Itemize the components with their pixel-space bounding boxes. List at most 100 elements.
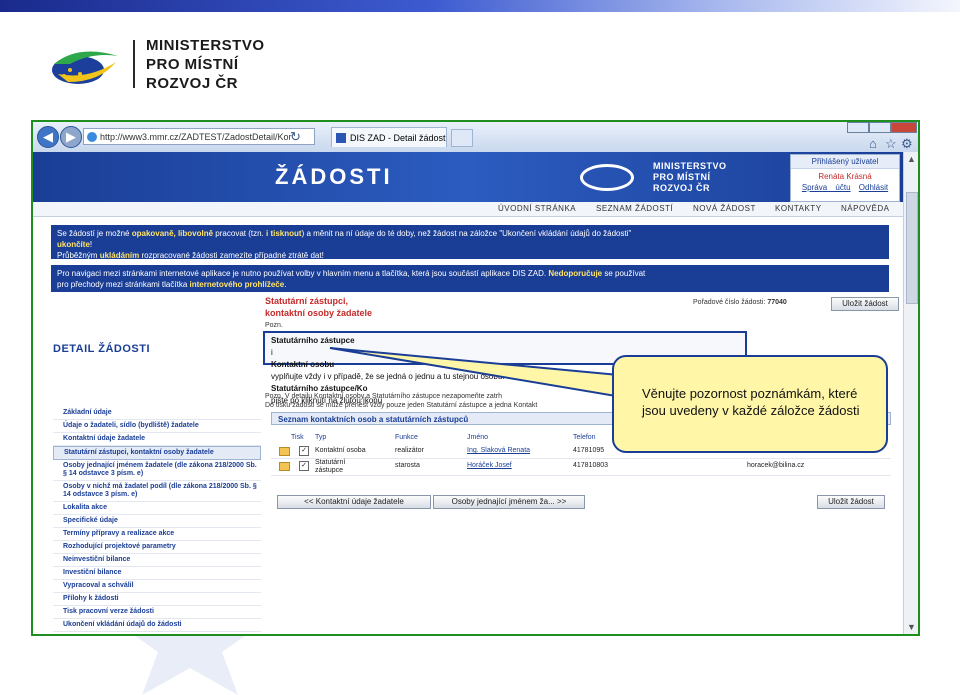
- site-icon: [87, 132, 97, 142]
- note-label: Pozn.: [265, 322, 283, 329]
- notice1-text: Průběžným: [57, 251, 100, 260]
- notice1-emph: opakovaně, libovolně: [131, 229, 214, 238]
- new-tab-button[interactable]: [451, 129, 473, 147]
- user-name: Renáta Krásná: [818, 172, 872, 181]
- col-type: Typ: [315, 434, 327, 441]
- banner-brand-line-1: MINISTERSTVO: [653, 161, 727, 171]
- print-checkbox[interactable]: ✓: [299, 461, 309, 471]
- cell-name-link[interactable]: Ing. Slaková Renata: [467, 447, 530, 454]
- brand-divider: [133, 40, 135, 88]
- save-button-bottom[interactable]: Uložit žádost: [817, 495, 885, 509]
- menu-contacts[interactable]: KONTAKTY: [775, 204, 822, 213]
- col-print: Tisk: [291, 434, 304, 441]
- sidebar-item-acting-persons[interactable]: Osoby jednající jménem žadatele (dle zák…: [53, 460, 261, 481]
- sidebar-item-noninvest[interactable]: Neinvestiční bilance: [53, 554, 261, 567]
- sidebar-item-specific[interactable]: Specifické údaje: [53, 515, 261, 528]
- note-detail: Pozn. V detailu Kontaktní osoby a Statut…: [265, 392, 625, 410]
- cell-name-link[interactable]: Horáček Josef: [467, 462, 512, 469]
- request-number: Pořadové číslo žádosti: 77040: [693, 299, 787, 306]
- cell-phone: 417810803: [573, 462, 609, 469]
- sidebar-item-parameters[interactable]: Rozhodující projektové parametry: [53, 541, 261, 554]
- notice-save: Se žádostí je možné opakovaně, libovolně…: [51, 225, 889, 260]
- brand-line-1: MINISTERSTVO: [146, 37, 265, 54]
- sidebar-item-approved[interactable]: Vypracoval a schválil: [53, 580, 261, 593]
- menu-help[interactable]: NÁPOVĚDA: [841, 204, 889, 213]
- sidebar-item-applicant[interactable]: Údaje o žadateli, sídlo (bydliště) žadat…: [53, 420, 261, 433]
- prev-tab-button[interactable]: << Kontaktní údaje žadatele: [277, 495, 431, 509]
- note-emph: Statutárního zástupce: [271, 336, 355, 345]
- sidebar-item-attachments[interactable]: Přílohy k žádosti: [53, 593, 261, 606]
- table-row: ✓ Statutární zástupce starosta Horáček J…: [271, 459, 891, 476]
- notice2-emph: internetového prohlížeče: [189, 280, 285, 289]
- banner-brand-line-2: PRO MÍSTNÍ: [653, 172, 711, 182]
- save-button[interactable]: Uložit žádost: [831, 297, 899, 311]
- browser-tab[interactable]: DIS ZAD - Detail žádosti - K...: [331, 127, 447, 147]
- sidebar-item-terms[interactable]: Termíny přípravy a realizace akce: [53, 528, 261, 541]
- slide-top-bar: [0, 0, 960, 12]
- sidebar-nav: Základní údaje Údaje o žadateli, sídlo (…: [53, 407, 261, 632]
- tab-favicon-icon: [336, 133, 346, 143]
- sidebar-item-basic[interactable]: Základní údaje: [53, 407, 261, 420]
- notice2-text: Pro navigaci mezi stránkami internetové …: [57, 269, 549, 278]
- logout-link[interactable]: Odhlásit: [859, 183, 888, 192]
- ministry-logo-icon: [52, 51, 118, 84]
- notice1-emph: ukládáním: [99, 251, 140, 260]
- sidebar-item-statutory[interactable]: Statutární zástupci, kontaktní osoby žad…: [53, 446, 261, 460]
- notice-navigation: Pro navigaci mezi stránkami internetové …: [51, 265, 889, 292]
- notice2-text: .: [284, 280, 287, 289]
- print-checkbox[interactable]: ✓: [299, 446, 309, 456]
- notice2-text: se používat: [602, 269, 646, 278]
- notice1-text: !: [89, 240, 93, 249]
- notice1-emph: ukončíte: [57, 240, 90, 249]
- section-title-line-1: Statutární zástupci,: [265, 296, 349, 306]
- note-detail-line-2: Do tisku žádosti se může přenést vždy po…: [265, 402, 538, 409]
- back-button[interactable]: ◀: [37, 126, 59, 148]
- refresh-icon[interactable]: ↻: [290, 129, 301, 145]
- sidebar-item-contact-info[interactable]: Kontaktní údaje žadatele: [53, 433, 261, 446]
- menu-home[interactable]: ÚVODNÍ STRÁNKA: [498, 204, 576, 213]
- cell-function: starosta: [395, 462, 420, 469]
- next-tab-button[interactable]: Osoby jednající jménem ža... >>: [433, 495, 585, 509]
- section-title: Statutární zástupci, kontaktní osoby žad…: [265, 295, 372, 319]
- close-button[interactable]: [891, 122, 917, 133]
- favorites-icon[interactable]: ☆: [885, 136, 897, 152]
- request-number-label: Pořadové číslo žádosti:: [693, 299, 766, 306]
- page-title: DETAIL ŽÁDOSTI: [53, 343, 151, 355]
- account-link[interactable]: Správa účtu: [802, 183, 851, 192]
- cell-function: realizátor: [395, 447, 424, 454]
- section-title-line-2: kontaktní osoby žadatele: [265, 308, 373, 318]
- address-bar[interactable]: http://www3.mmr.cz/ZADTEST/ZadostDetail/…: [83, 128, 315, 145]
- scroll-down-icon[interactable]: ▼: [904, 620, 918, 634]
- logged-user-box: Přihlášený uživatel Renáta Krásná Správa…: [790, 154, 900, 202]
- vertical-scrollbar[interactable]: ▲ ▼: [903, 152, 918, 634]
- notice2-emph: Nedoporučuje: [548, 269, 603, 278]
- banner-brand: MINISTERSTVO PRO MÍSTNÍ ROZVOJ ČR: [653, 161, 727, 194]
- cell-type: Statutární zástupce: [315, 459, 346, 474]
- notice1-text: pracovat (tzn.: [213, 229, 266, 238]
- sidebar-item-invest[interactable]: Investiční bilance: [53, 567, 261, 580]
- brand-text: MINISTERSTVO PRO MÍSTNÍ ROZVOJ ČR: [146, 36, 265, 93]
- brand-line-3: ROZVOJ ČR: [146, 75, 239, 92]
- menu-new-request[interactable]: NOVÁ ŽÁDOST: [693, 204, 756, 213]
- sidebar-item-share-persons[interactable]: Osoby v nichž má žadatel podíl (dle záko…: [53, 481, 261, 502]
- scroll-thumb[interactable]: [906, 192, 918, 304]
- col-phone: Telefon: [573, 434, 596, 441]
- sidebar-item-print[interactable]: Tisk pracovní verze žádosti: [53, 606, 261, 619]
- maximize-button[interactable]: [869, 122, 891, 133]
- cell-type: Kontaktní osoba: [315, 447, 366, 454]
- edit-folder-icon[interactable]: [279, 447, 290, 456]
- edit-folder-icon[interactable]: [279, 462, 290, 471]
- banner-logo-icon: [580, 164, 634, 191]
- forward-button[interactable]: ▶: [60, 126, 82, 148]
- sidebar-item-finish[interactable]: Ukončení vkládání údajů do žádosti: [53, 619, 261, 632]
- scroll-up-icon[interactable]: ▲: [904, 152, 918, 166]
- cell-phone: 41781095: [573, 447, 605, 454]
- home-icon[interactable]: ⌂: [869, 136, 877, 151]
- settings-gear-icon[interactable]: ⚙: [901, 136, 913, 152]
- menu-request-list[interactable]: SEZNAM ŽÁDOSTÍ: [596, 204, 673, 213]
- sidebar-item-location[interactable]: Lokalita akce: [53, 502, 261, 515]
- minimize-button[interactable]: [847, 122, 869, 133]
- user-box-header: Přihlášený uživatel: [791, 155, 899, 169]
- col-name: Jméno: [467, 434, 489, 441]
- note-detail-line-1: Pozn. V detailu Kontaktní osoby a Statut…: [265, 393, 502, 400]
